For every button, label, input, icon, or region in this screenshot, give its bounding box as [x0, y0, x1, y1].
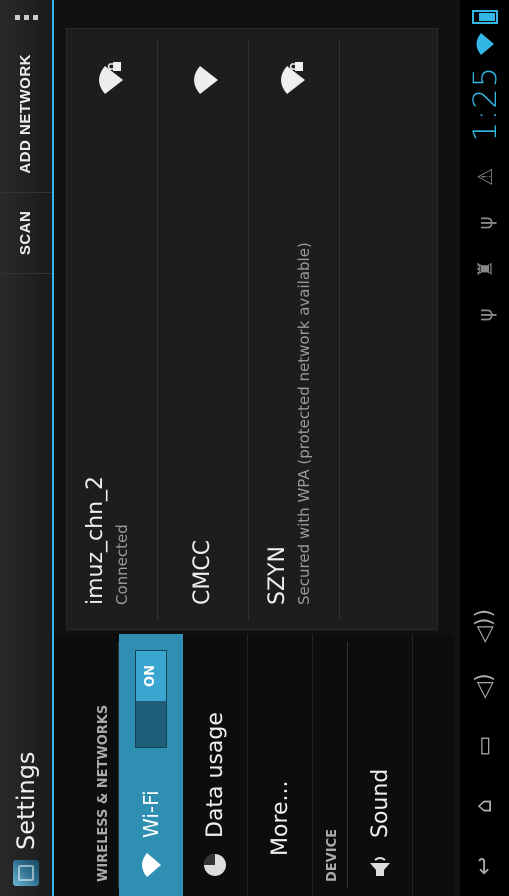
network-row[interactable]: SZYN Secured with WPA (protected network…	[249, 39, 340, 619]
android-debug-icon[interactable]: ♜	[460, 246, 509, 292]
scan-button[interactable]: SCAN	[0, 192, 52, 275]
page-title: Settings	[12, 751, 40, 850]
system-bar: ↩ ⌂ ▭ ◁) ◁)) ψ ♜ ψ ⚠ 1:25	[460, 0, 509, 896]
warning-icon[interactable]: ⚠	[460, 154, 509, 200]
network-status: Connected	[113, 524, 131, 605]
action-bar: Settings SCAN ADD NETWORK	[0, 0, 54, 896]
network-status: Secured with WPA (protected network avai…	[295, 242, 313, 605]
sidebar-item-wifi[interactable]: Wi-Fi ON	[119, 634, 183, 896]
network-ssid: CMCC	[190, 539, 215, 605]
settings-app-icon[interactable]	[13, 860, 39, 886]
battery-icon	[471, 10, 498, 24]
network-row-empty	[340, 39, 430, 619]
settings-sidebar: WIRELESS & NETWORKS Wi-Fi ON Data usage …	[54, 634, 454, 896]
wifi-toggle-state: ON	[136, 651, 166, 701]
status-clock[interactable]: 1:25	[466, 66, 504, 142]
wifi-icon	[138, 852, 164, 878]
back-icon[interactable]: ↩	[460, 836, 509, 896]
network-row[interactable]: imuz_chn_2 Connected	[67, 39, 158, 619]
data-usage-icon	[202, 852, 228, 878]
sidebar-item-data-usage[interactable]: Data usage	[183, 634, 248, 896]
volume-up-icon[interactable]: ◁))	[460, 596, 509, 656]
usb-icon[interactable]: ψ	[460, 292, 509, 338]
sidebar-item-label: Data usage	[202, 712, 228, 838]
sidebar-item-label: Sound	[367, 768, 393, 838]
section-header-wireless: WIRELESS & NETWORKS	[90, 642, 119, 888]
sidebar-item-more[interactable]: More...	[248, 634, 313, 896]
sidebar-item-label: More...	[267, 780, 293, 856]
network-ssid: imuz_chn_2	[83, 475, 108, 605]
wifi-toggle[interactable]: ON	[135, 650, 167, 748]
wifi-status-icon	[471, 30, 499, 58]
home-icon[interactable]: ⌂	[460, 776, 509, 836]
wifi-signal-icon	[194, 66, 218, 94]
overflow-menu-icon[interactable]	[0, 0, 52, 36]
tablet-screen: Settings SCAN ADD NETWORK WIRELESS & NET…	[0, 0, 509, 896]
sidebar-item-label: Wi-Fi	[139, 790, 163, 838]
wifi-signal-locked-icon	[281, 62, 305, 94]
wifi-network-list: imuz_chn_2 Connected CMCC SZYN Secured w…	[66, 28, 438, 630]
network-ssid: SZYN	[265, 546, 290, 605]
wifi-signal-locked-icon	[99, 62, 123, 94]
recent-apps-icon[interactable]: ▭	[460, 716, 509, 776]
sidebar-item-sound[interactable]: Sound	[348, 634, 413, 896]
network-row[interactable]: CMCC	[158, 39, 249, 619]
add-network-button[interactable]: ADD NETWORK	[0, 36, 52, 193]
usb-icon[interactable]: ψ	[460, 200, 509, 246]
section-header-device: DEVICE	[319, 642, 348, 888]
volume-down-icon[interactable]: ◁)	[460, 656, 509, 716]
speaker-icon	[367, 852, 393, 878]
